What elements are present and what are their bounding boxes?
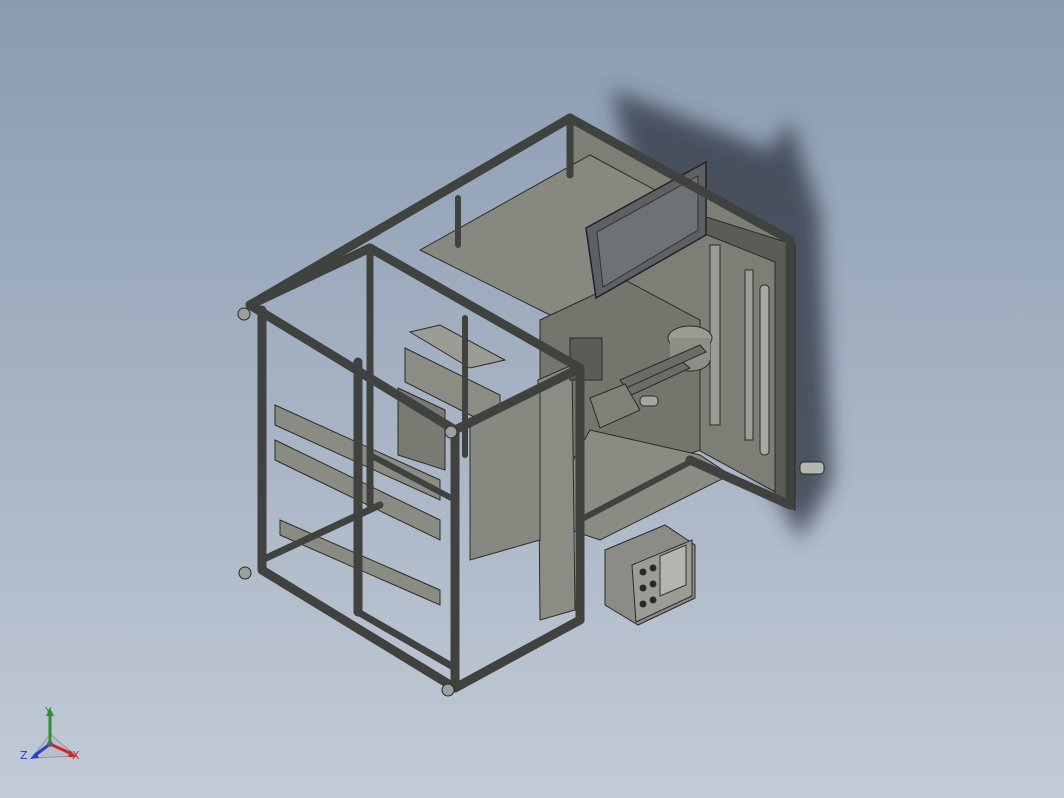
side-handle <box>799 461 825 475</box>
cylinder <box>639 395 659 407</box>
vertical-guide-rail <box>744 269 754 441</box>
control-button <box>639 568 647 576</box>
control-button <box>649 596 657 604</box>
control-button <box>639 600 647 608</box>
cylinder-rod <box>759 284 770 456</box>
control-button <box>639 584 647 592</box>
control-button <box>649 564 657 572</box>
control-column <box>537 364 576 621</box>
leveling-foot <box>238 566 252 580</box>
triad-origin <box>47 741 53 747</box>
leveling-foot <box>444 425 458 439</box>
machine-frame-assembly-model[interactable] <box>0 0 1064 798</box>
y-axis-label: Y <box>45 705 52 718</box>
x-axis-label: X <box>72 749 80 762</box>
control-button <box>649 580 657 588</box>
z-axis-label: Z <box>20 749 28 762</box>
orientation-triad: Y X Z <box>16 700 96 780</box>
leveling-foot <box>237 307 251 321</box>
leveling-foot <box>441 683 455 697</box>
cad-viewport[interactable]: Y X Z <box>0 0 1064 798</box>
triad-graphic <box>30 708 78 759</box>
